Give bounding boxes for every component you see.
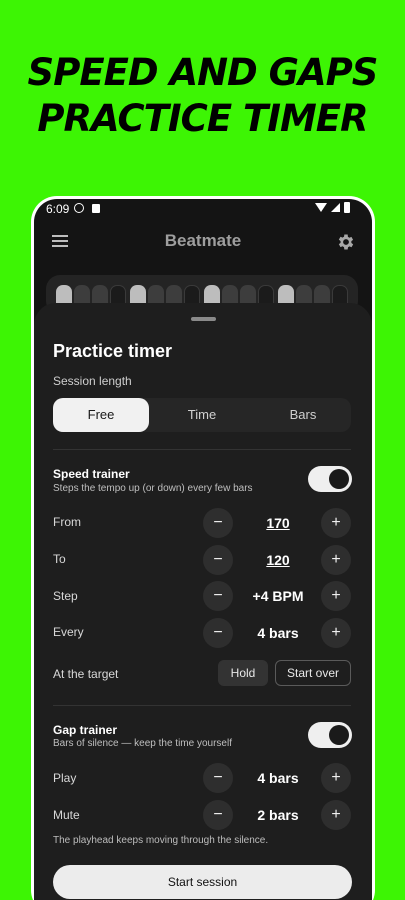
speed-trainer-toggle[interactable] bbox=[308, 466, 352, 492]
session-option-time[interactable]: Time bbox=[154, 398, 250, 432]
status-icons bbox=[315, 202, 350, 213]
battery-icon bbox=[344, 202, 350, 213]
app-title: Beatmate bbox=[164, 231, 242, 250]
every-label: Every bbox=[53, 625, 84, 639]
at-target-hold-option[interactable]: Hold bbox=[218, 660, 268, 686]
sheet-drag-handle[interactable] bbox=[191, 317, 216, 321]
signal-icon bbox=[331, 203, 340, 212]
from-increment-button[interactable]: + bbox=[321, 508, 351, 538]
gear-icon[interactable] bbox=[336, 232, 356, 252]
session-length-selector: Free Time Bars bbox=[53, 398, 351, 432]
every-increment-button[interactable]: + bbox=[321, 618, 351, 648]
divider bbox=[53, 449, 351, 450]
promo-headline: SPEED AND GAPS PRACTICE TIMER bbox=[0, 50, 405, 142]
play-value: 4 bars bbox=[257, 770, 299, 786]
mute-value: 2 bars bbox=[257, 807, 299, 823]
gap-trainer-note: The playhead keeps moving through the si… bbox=[53, 835, 269, 846]
every-value: 4 bars bbox=[257, 625, 299, 641]
to-label: To bbox=[53, 552, 66, 566]
speed-trainer-subtitle: Steps the tempo up (or down) every few b… bbox=[53, 483, 253, 494]
headline-line-1: SPEED AND GAPS bbox=[27, 51, 379, 94]
at-target-start-over-option[interactable]: Start over bbox=[275, 660, 351, 686]
from-label: From bbox=[53, 515, 81, 529]
gap-trainer-subtitle: Bars of silence — keep the time yourself bbox=[53, 738, 232, 749]
play-increment-button[interactable]: + bbox=[321, 763, 351, 793]
practice-timer-sheet: Practice timer Session length Free Time … bbox=[34, 303, 372, 900]
gap-trainer-title: Gap trainer bbox=[53, 723, 118, 737]
divider bbox=[53, 705, 351, 706]
wifi-icon bbox=[315, 203, 327, 212]
session-option-free[interactable]: Free bbox=[53, 398, 149, 432]
step-increment-button[interactable]: + bbox=[321, 581, 351, 611]
vpn-icon bbox=[74, 203, 84, 213]
at-target-label: At the target bbox=[53, 667, 119, 681]
speed-trainer-title: Speed trainer bbox=[53, 467, 130, 481]
app-screen: 6:09 Beatmate Practice timer Session len… bbox=[34, 199, 372, 900]
step-value: +4 BPM bbox=[252, 588, 304, 604]
app-bar: Beatmate bbox=[34, 221, 372, 263]
notification-icon bbox=[92, 204, 100, 213]
to-value[interactable]: 120 bbox=[228, 552, 328, 568]
start-session-button[interactable]: Start session bbox=[53, 865, 352, 899]
status-bar: 6:09 bbox=[34, 199, 372, 221]
from-value[interactable]: 170 bbox=[228, 515, 328, 531]
play-label: Play bbox=[53, 771, 77, 785]
to-increment-button[interactable]: + bbox=[321, 545, 351, 575]
session-length-label: Session length bbox=[53, 374, 132, 388]
gap-trainer-toggle[interactable] bbox=[308, 722, 352, 748]
mute-increment-button[interactable]: + bbox=[321, 800, 351, 830]
step-label: Step bbox=[53, 589, 78, 603]
sheet-title: Practice timer bbox=[53, 341, 173, 361]
headline-line-2: PRACTICE TIMER bbox=[37, 97, 368, 140]
session-option-bars[interactable]: Bars bbox=[255, 398, 351, 432]
status-time: 6:09 bbox=[46, 202, 70, 216]
mute-label: Mute bbox=[53, 808, 80, 822]
